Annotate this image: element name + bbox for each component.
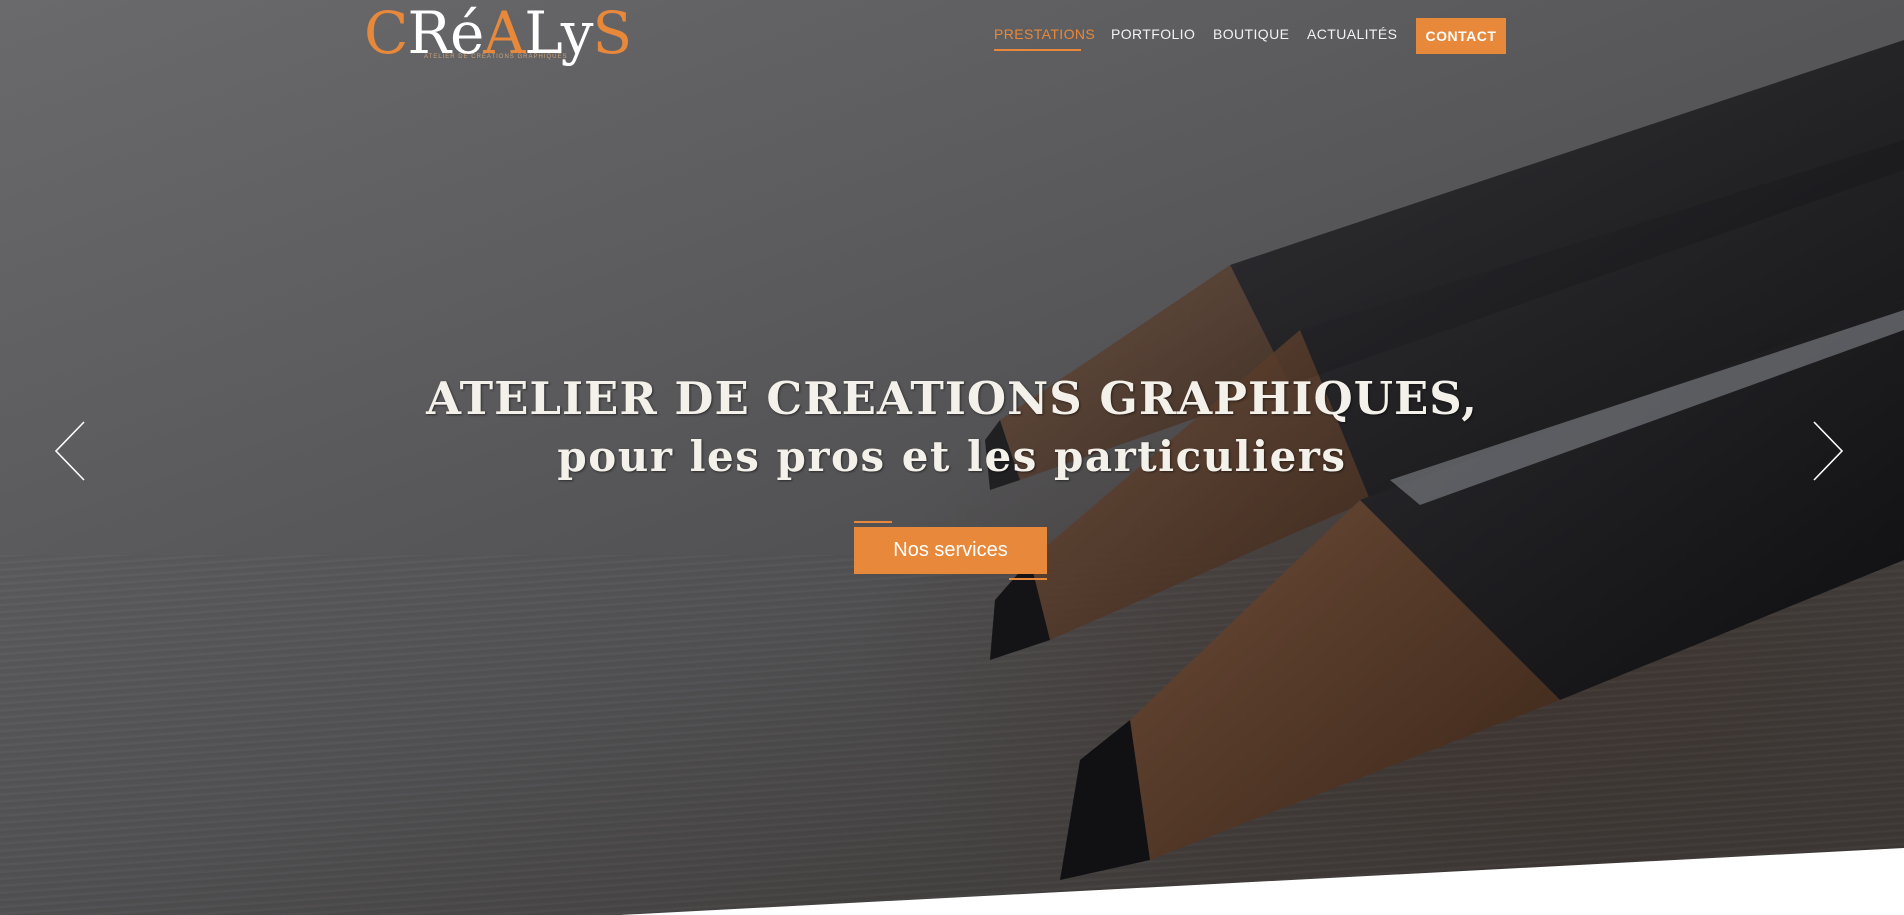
nav-item-prestations[interactable]: PRESTATIONS [994, 26, 1095, 42]
hero-subheadline: pour les pros et les particuliers [557, 432, 1347, 481]
hero-headline: ATELIER DE CREATIONS GRAPHIQUES, [426, 372, 1478, 425]
services-button[interactable]: Nos services [854, 527, 1047, 574]
nav-item-boutique[interactable]: BOUTIQUE [1213, 26, 1289, 42]
nav-item-portfolio[interactable]: PORTFOLIO [1111, 26, 1195, 42]
logo-tagline: ATELIER DE CRÉATIONS GRAPHIQUES [424, 54, 568, 60]
site-header: C Ré A Ly S ATELIER DE CRÉATIONS GRAPHIQ… [0, 0, 1904, 70]
contact-button[interactable]: CONTACT [1416, 18, 1506, 54]
cta-accent-line [854, 521, 892, 523]
chevron-left-icon[interactable] [54, 420, 94, 482]
cta-accent-line [1009, 578, 1047, 580]
chevron-right-icon[interactable] [1812, 420, 1852, 482]
logo-letter: S [592, 0, 633, 67]
logo-letter: C [364, 0, 408, 67]
nav-item-actualites[interactable]: ACTUALITÉS [1307, 26, 1397, 42]
active-nav-indicator [994, 49, 1081, 51]
